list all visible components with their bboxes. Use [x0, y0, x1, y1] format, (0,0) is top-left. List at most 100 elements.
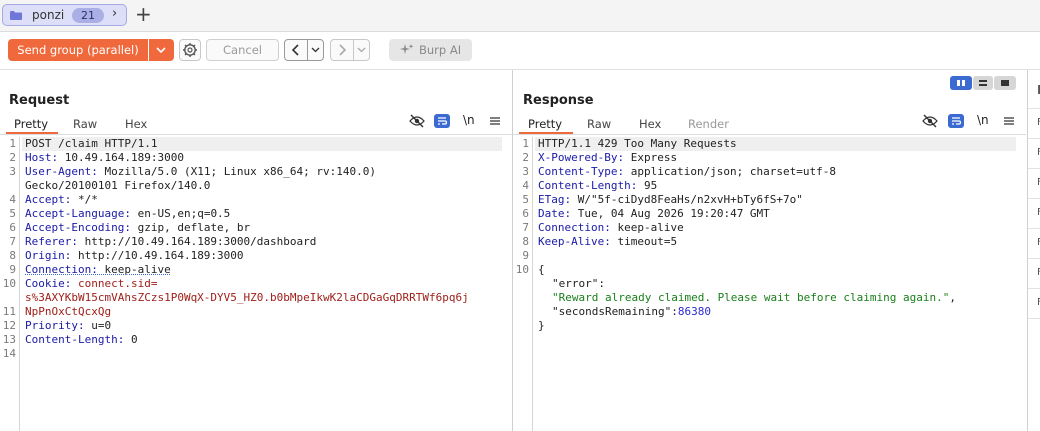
request-line: Origin: http://10.49.164.189:3000: [25, 249, 244, 262]
response-header-line: ETag: W/"5f-ciDyd8FeaHs/n2xvH+bTy6fS+7o": [538, 193, 803, 206]
tab-bar: ponzi 21 › +: [0, 0, 1040, 32]
line-number: 7: [522, 221, 529, 234]
response-tab-pretty[interactable]: Pretty: [528, 117, 562, 131]
response-header-line: X-Powered-By: Express: [538, 151, 678, 164]
send-options-dropdown[interactable]: [149, 39, 174, 61]
layout-single-button[interactable]: [994, 76, 1016, 90]
rows-icon: [979, 80, 987, 86]
response-line-gutter: 1 2 3 4 5 6 7 8 9 10: [513, 137, 533, 431]
tab-group-ponzi[interactable]: ponzi 21 ›: [2, 4, 127, 26]
add-tab-plus-icon[interactable]: +: [135, 2, 152, 26]
request-line: Content-Length: 0: [25, 333, 138, 346]
back-button[interactable]: [284, 39, 308, 61]
line-number: 6: [9, 221, 16, 234]
response-status-line: HTTP/1.1 429 Too Many Requests: [538, 137, 737, 150]
response-title: Response: [523, 93, 594, 108]
line-number: 6: [522, 207, 529, 220]
line-number: 12: [2, 319, 16, 332]
chevron-down-icon: [357, 47, 366, 53]
chevron-down-icon: [156, 47, 166, 53]
layout-stacked-button[interactable]: [973, 76, 993, 90]
columns-icon: [957, 80, 965, 86]
request-line: Accept: */*: [25, 193, 98, 206]
sparkle-icon: [400, 44, 414, 54]
request-tab-raw[interactable]: Raw: [73, 117, 97, 131]
response-header-line: Content-Type: application/json; charset=…: [538, 165, 837, 178]
response-tab-separator: [513, 134, 1026, 135]
line-number: 3: [522, 165, 529, 178]
line-number: 13: [2, 333, 16, 346]
response-tab-hex[interactable]: Hex: [639, 117, 661, 131]
request-line: User-Agent: Mozilla/5.0 (X11; Linux x86_…: [25, 165, 377, 178]
send-group-button[interactable]: Send group (parallel): [8, 39, 148, 61]
json-open-brace: {: [538, 263, 545, 276]
gear-icon: [183, 43, 197, 57]
inspector-row[interactable]: F: [1028, 198, 1040, 229]
burp-ai-button[interactable]: Burp AI: [389, 39, 472, 61]
toolbar: Send group (parallel) Cancel Burp AI: [0, 32, 1040, 70]
line-number: 8: [9, 249, 16, 262]
json-close-brace: }: [538, 319, 545, 332]
layout-side-by-side-button[interactable]: [950, 76, 972, 90]
line-number: [0, 179, 16, 193]
response-tab-render[interactable]: Render: [688, 117, 729, 131]
request-tab-pretty[interactable]: Pretty: [14, 117, 48, 131]
cancel-button[interactable]: Cancel: [206, 39, 279, 61]
inspector-header: I: [1028, 70, 1040, 109]
chevron-right-icon: [339, 44, 347, 56]
request-panel: Request Pretty Raw Hex \n 1 2 3 4 5 6 7 …: [0, 70, 512, 431]
response-tab-raw[interactable]: Raw: [587, 117, 611, 131]
inspector-row[interactable]: F: [1028, 138, 1040, 169]
back-history-dropdown[interactable]: [307, 39, 324, 61]
line-number: 2: [522, 151, 529, 164]
folder-icon: [10, 11, 22, 20]
chevron-left-icon: [291, 44, 299, 56]
settings-button[interactable]: [179, 39, 201, 61]
line-number: [0, 291, 16, 305]
inspector-row[interactable]: F: [1028, 228, 1040, 259]
request-editor[interactable]: 1 2 3 4 5 6 7 8 9 10 11 12 13 14 POST /c…: [0, 137, 512, 431]
request-line-gutter: 1 2 3 4 5 6 7 8 9 10 11 12 13 14: [0, 137, 20, 431]
request-tab-separator: [0, 134, 512, 135]
line-number: 8: [522, 235, 529, 248]
forward-history-dropdown[interactable]: [353, 39, 370, 61]
request-line: s%3AXYKbW15cmVAhsZCzs1P0WqX-DYV5_HZ0.b0b…: [25, 291, 469, 304]
request-line: Priority: u=0: [25, 319, 112, 332]
line-number: 1: [522, 137, 529, 150]
json-error-line: "error":: [552, 277, 605, 290]
inspector-row[interactable]: F: [1028, 108, 1040, 139]
request-line: POST /claim HTTP/1.1: [25, 137, 158, 150]
response-header-line: Keep-Alive: timeout=5: [538, 235, 678, 248]
inspector-row[interactable]: F: [1028, 258, 1040, 289]
request-line: Referer: http://10.49.164.189:3000/dashb…: [25, 235, 317, 248]
newline-toggle-icon[interactable]: \n: [463, 113, 479, 127]
wrap-lines-icon[interactable]: [948, 114, 964, 128]
line-number: 9: [522, 249, 529, 262]
chevron-right-icon[interactable]: ›: [112, 6, 117, 21]
response-editor[interactable]: 1 2 3 4 5 6 7 8 9 10 HTTP/1.1 429 Too Ma…: [513, 137, 1026, 431]
request-tab-hex[interactable]: Hex: [125, 117, 147, 131]
json-seconds-line: "secondsRemaining":86380: [552, 305, 711, 318]
json-error-value-line: "Reward already claimed. Please wait bef…: [552, 291, 956, 304]
eye-slash-icon[interactable]: [922, 114, 938, 128]
line-number: 10: [2, 277, 16, 290]
response-header-line: Connection: keep-alive: [538, 221, 684, 234]
newline-toggle-icon[interactable]: \n: [977, 113, 993, 127]
menu-icon[interactable]: [1001, 114, 1017, 128]
line-number: 14: [2, 347, 16, 360]
forward-button[interactable]: [330, 39, 354, 61]
wrap-lines-icon[interactable]: [434, 114, 450, 128]
line-number: 5: [9, 207, 16, 220]
request-line: NpPnOxCtQcxQg: [25, 305, 112, 318]
chevron-down-icon: [311, 47, 320, 53]
inspector-row[interactable]: F: [1028, 288, 1040, 319]
line-number: 7: [9, 235, 16, 248]
line-number: 1: [9, 137, 16, 150]
inspector-panel: I F F F F F F F: [1027, 70, 1040, 431]
line-number: 5: [522, 193, 529, 206]
eye-slash-icon[interactable]: [409, 114, 425, 128]
inspector-row[interactable]: F: [1028, 168, 1040, 199]
burp-ai-label: Burp AI: [419, 43, 462, 57]
tab-group-count-badge: 21: [72, 8, 104, 23]
menu-icon[interactable]: [487, 114, 503, 128]
